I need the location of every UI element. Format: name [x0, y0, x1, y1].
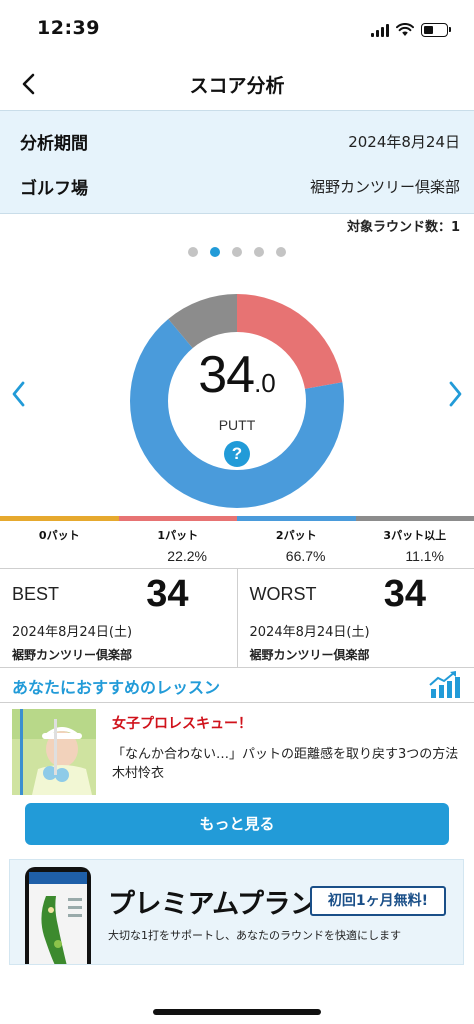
status-bar: 12:39	[0, 0, 474, 58]
donut-center: 34.0 PUTT ?	[129, 293, 345, 509]
score-decimal: .0	[254, 368, 276, 398]
next-chart-button[interactable]	[444, 378, 468, 410]
golf-course-row: ゴルフ場 裾野カンツリー倶楽部	[20, 171, 460, 201]
putt-column-label: 3パット以上	[383, 529, 447, 542]
average-putt-value: 34.0	[129, 345, 345, 405]
worst-course: 裾野カンツリー倶楽部	[249, 648, 370, 662]
page-dot-active[interactable]	[210, 247, 220, 257]
phone-mockup-icon	[25, 867, 91, 964]
score-integer: 34	[198, 346, 255, 404]
golf-course-label: ゴルフ場	[20, 178, 88, 199]
page-indicator	[0, 247, 474, 257]
worst-date: 2024年8月24日(土)	[249, 625, 370, 640]
putt-column-label: 0パット	[38, 529, 80, 542]
putt-column-percent: 11.1%	[405, 548, 444, 564]
putt-column-percent: 22.2%	[167, 548, 207, 564]
lesson-thumbnail-image	[12, 709, 96, 795]
best-label: BEST	[12, 584, 60, 604]
best-worst-section: BEST 34 2024年8月24日(土) 裾野カンツリー倶楽部 WORST 3…	[0, 569, 474, 668]
golf-course-value: 裾野カンツリー倶楽部	[309, 177, 460, 196]
putt-column-label: 2パット	[275, 529, 317, 542]
worst-score: 34	[383, 573, 426, 615]
page-title: スコア分析	[189, 75, 285, 97]
putt-column-percent: 66.7%	[285, 548, 326, 564]
putt-column-0: 0パット	[0, 521, 119, 568]
free-trial-badge: 初回1ヶ月無料!	[310, 886, 446, 916]
chevron-left-icon	[12, 381, 25, 407]
period-row: 分析期間 2024年8月24日	[20, 126, 460, 156]
status-icons	[371, 20, 451, 40]
worst-score-card: WORST 34 2024年8月24日(土) 裾野カンツリー倶楽部	[238, 569, 474, 667]
putt-unit-label: PUTT	[218, 417, 256, 433]
lesson-section-title: あなたにおすすめのレッスン	[12, 678, 221, 697]
growth-chart-icon	[429, 671, 460, 698]
round-count: 対象ラウンド数：1	[346, 220, 460, 235]
premium-plan-banner[interactable]: プレミアムプラン 初回1ヶ月無料! 大切な1打をサポートし、あなたのラウンドを快…	[9, 859, 464, 965]
putt-column-3: 3パット以上 11.1%	[356, 521, 474, 568]
premium-title: プレミアムプラン	[108, 889, 317, 920]
battery-icon	[421, 23, 451, 37]
best-score-card: BEST 34 2024年8月24日(土) 裾野カンツリー倶楽部	[0, 569, 238, 667]
chevron-right-icon	[449, 381, 462, 407]
worst-label: WORST	[249, 584, 317, 604]
lesson-description: 「なんか合わない…」パットの距離感を取り戻す3つの方法 木村怜衣	[112, 747, 459, 781]
recommended-lesson-header: あなたにおすすめのレッスン	[0, 668, 474, 703]
best-course: 裾野カンツリー倶楽部	[12, 648, 133, 662]
lesson-item[interactable]: 女子プロレスキュー！ 「なんか合わない…」パットの距離感を取り戻す3つの方法 木…	[12, 709, 462, 795]
page-dot[interactable]	[232, 247, 242, 257]
period-label: 分析期間	[20, 133, 88, 154]
best-score: 34	[146, 573, 189, 615]
premium-subtitle: 大切な1打をサポートし、あなたのラウンドを快適にします	[108, 929, 401, 942]
wifi-icon	[396, 23, 414, 36]
help-icon[interactable]: ?	[224, 441, 250, 467]
previous-chart-button[interactable]	[6, 378, 30, 410]
putt-column-1: 1パット 22.2%	[119, 521, 238, 568]
putt-column-2: 2パット 66.7%	[237, 521, 356, 568]
lesson-tag: 女子プロレスキュー！	[112, 716, 252, 732]
lesson-thumbnail	[12, 709, 96, 795]
home-indicator	[153, 1009, 321, 1015]
status-time: 12:39	[37, 17, 100, 39]
period-value: 2024年8月24日	[348, 132, 460, 151]
more-lessons-button[interactable]: もっと見る	[25, 803, 449, 845]
best-date: 2024年8月24日(土)	[12, 625, 133, 640]
analysis-period-panel: 分析期間 2024年8月24日 ゴルフ場 裾野カンツリー倶楽部	[0, 110, 474, 214]
page-dot[interactable]	[276, 247, 286, 257]
page-dot[interactable]	[254, 247, 264, 257]
nav-bar: スコア分析	[0, 58, 474, 110]
putt-column-label: 1パット	[157, 529, 199, 542]
putt-donut-chart: 34.0 PUTT ?	[129, 293, 345, 509]
putt-breakdown-table: 0パット 1パット 22.2% 2パット 66.7% 3パット以上 11.1%	[0, 521, 474, 569]
cellular-signal-icon	[371, 23, 389, 37]
page-dot[interactable]	[188, 247, 198, 257]
